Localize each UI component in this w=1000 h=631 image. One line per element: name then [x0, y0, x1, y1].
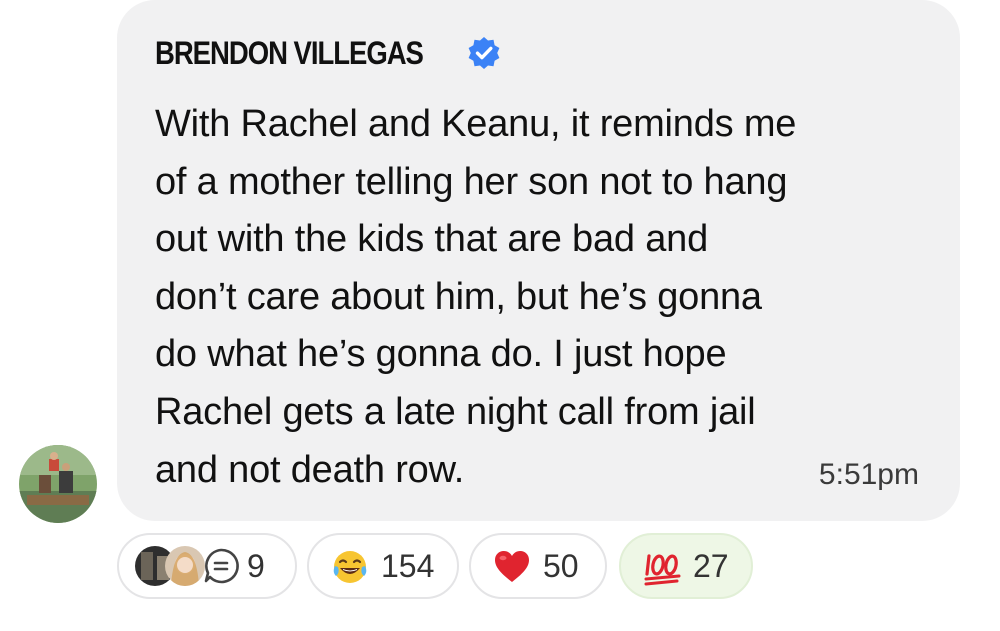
- heart-reaction-pill[interactable]: 50: [469, 533, 607, 599]
- comment-timestamp: 5:51pm: [818, 458, 919, 491]
- comment-thread: BRENDON VILLEGAS With Rachel and Keanu, …: [0, 0, 1000, 631]
- comment-bubble[interactable]: BRENDON VILLEGAS With Rachel and Keanu, …: [117, 0, 960, 521]
- hundred-count: 27: [693, 547, 729, 584]
- author-row: BRENDON VILLEGAS: [155, 30, 500, 76]
- commenter-avatar[interactable]: [19, 445, 97, 523]
- red-heart-icon: [495, 551, 529, 582]
- author-name[interactable]: BRENDON VILLEGAS: [155, 35, 424, 72]
- reply-avatar-2: [165, 546, 205, 586]
- comment-line: With Rachel and Keanu, it reminds me: [155, 103, 797, 145]
- comment-line: of a mother telling her son not to hang: [155, 160, 788, 203]
- replies-count: 9: [247, 547, 265, 584]
- comment-text: With Rachel and Keanu, it reminds me of …: [155, 96, 945, 499]
- reply-bubble-icon: [204, 548, 239, 584]
- comment-line: don’t care about him, but he’s gonna: [155, 275, 762, 318]
- heart-count: 50: [543, 547, 579, 584]
- hundred-reaction-pill[interactable]: 27: [619, 533, 753, 599]
- replies-pill[interactable]: 9: [117, 533, 297, 599]
- comment-line: Rachel gets a late night call from jail: [155, 390, 756, 433]
- laugh-count: 154: [381, 547, 435, 584]
- hundred-points-icon: [644, 554, 681, 586]
- comment-line: do what he’s gonna do. I just hope: [155, 333, 727, 376]
- verified-badge-icon: [468, 37, 500, 69]
- avatar-photo: [19, 445, 97, 523]
- laughing-emoji-icon: [333, 551, 367, 583]
- laugh-reaction-pill[interactable]: 154: [307, 533, 459, 599]
- comment-line: out with the kids that are bad and: [155, 218, 709, 261]
